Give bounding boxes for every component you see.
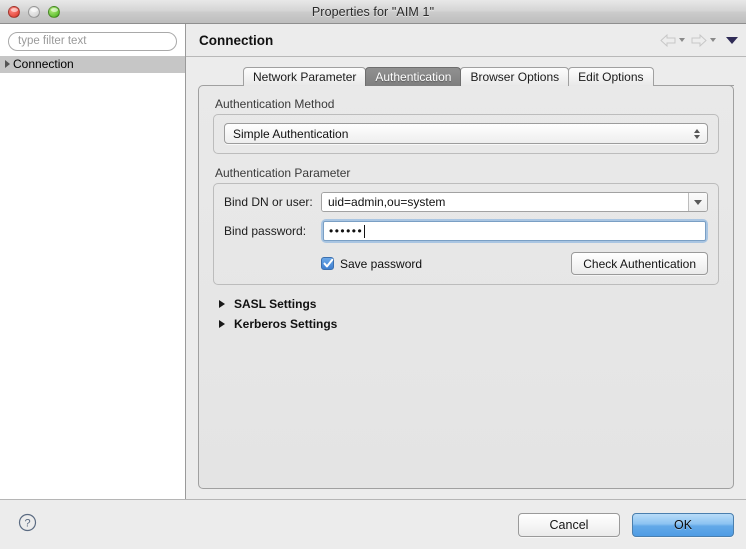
back-arrow-icon[interactable] (660, 33, 676, 47)
kerberos-settings-label: Kerberos Settings (234, 317, 338, 331)
close-button[interactable] (8, 5, 20, 18)
chevron-right-icon (219, 320, 225, 328)
save-password-label: Save password (340, 256, 423, 271)
bind-dn-input[interactable]: uid=admin,ou=system (322, 193, 688, 211)
save-password-row: Save password Check Authentication (224, 252, 708, 275)
bind-password-focus-ring: •••••• (321, 219, 708, 243)
footer-buttons: Cancel OK (518, 512, 734, 537)
save-password-checkbox[interactable] (321, 257, 334, 270)
title-bar: Properties for "AIM 1" (0, 0, 746, 24)
tab-edit-options[interactable]: Edit Options (568, 67, 654, 86)
minimize-button[interactable] (28, 5, 40, 18)
sidebar-item-label: Connection (13, 57, 74, 71)
bind-dn-row: Bind DN or user: uid=admin,ou=system (224, 192, 708, 212)
check-authentication-button[interactable]: Check Authentication (571, 252, 708, 275)
authentication-parameter-group: Authentication Parameter Bind DN or user… (213, 166, 719, 285)
svg-text:?: ? (24, 517, 30, 529)
chevron-right-icon (219, 300, 225, 308)
bind-dn-dropdown-button[interactable] (688, 193, 707, 211)
authentication-parameter-box: Bind DN or user: uid=admin,ou=system Bin… (213, 183, 719, 285)
sidebar-item-connection[interactable]: Connection (0, 55, 185, 73)
window-controls (8, 0, 60, 23)
bind-password-value: •••••• (329, 224, 364, 238)
ok-button[interactable]: OK (632, 512, 734, 537)
authentication-parameter-label: Authentication Parameter (215, 166, 351, 180)
properties-dialog-window: Properties for "AIM 1" Connection Connec… (0, 0, 746, 549)
help-icon[interactable]: ? (18, 513, 37, 537)
forward-history-caret-icon[interactable] (710, 38, 716, 42)
authentication-method-value: Simple Authentication (233, 126, 349, 141)
authentication-method-box: Simple Authentication (213, 114, 719, 154)
tab-authentication[interactable]: Authentication (365, 67, 462, 86)
bind-password-label: Bind password: (224, 224, 307, 238)
text-caret (364, 224, 366, 238)
tab-browser-options[interactable]: Browser Options (460, 67, 570, 86)
dialog-footer: ? Cancel OK (0, 499, 746, 549)
navigation-controls (660, 33, 738, 47)
bind-password-input[interactable]: •••••• (323, 221, 706, 241)
sasl-settings-label: SASL Settings (234, 297, 317, 311)
bind-dn-combo[interactable]: uid=admin,ou=system (321, 192, 708, 212)
zoom-button[interactable] (48, 5, 60, 18)
authentication-method-group: Authentication Method Simple Authenticat… (213, 97, 719, 154)
tab-region: Network Parameter Authentication Browser… (186, 57, 746, 499)
settings-sidebar: Connection (0, 24, 186, 499)
page-title: Connection (199, 32, 274, 48)
tab-strip-filler (652, 67, 734, 86)
cancel-button[interactable]: Cancel (518, 512, 620, 537)
checkmark-icon (323, 258, 334, 268)
bind-dn-label: Bind DN or user: (224, 195, 313, 209)
content-header: Connection (186, 24, 746, 57)
filter-container (0, 24, 185, 56)
forward-arrow-icon[interactable] (691, 33, 707, 47)
back-history-caret-icon[interactable] (679, 38, 685, 42)
kerberos-settings-expander[interactable]: Kerberos Settings (219, 317, 719, 331)
chevron-right-icon[interactable] (5, 60, 10, 68)
authentication-method-select[interactable]: Simple Authentication (224, 123, 708, 144)
stepper-arrows-icon[interactable] (694, 128, 700, 139)
authentication-method-label: Authentication Method (215, 97, 335, 111)
tab-network-parameter[interactable]: Network Parameter (243, 67, 367, 86)
tab-strip: Network Parameter Authentication Browser… (198, 66, 734, 86)
sasl-settings-expander[interactable]: SASL Settings (219, 297, 719, 311)
bind-password-row: Bind password: •••••• (224, 219, 708, 243)
chevron-down-icon (694, 199, 702, 205)
settings-content: Connection Network Parameter Authenticat… (186, 24, 746, 499)
dialog-body: Connection Connection (0, 24, 746, 499)
authentication-tab-panel: Authentication Method Simple Authenticat… (198, 85, 734, 489)
window-title: Properties for "AIM 1" (311, 4, 435, 19)
filter-input[interactable] (8, 31, 177, 51)
view-menu-caret-icon[interactable] (726, 36, 738, 44)
